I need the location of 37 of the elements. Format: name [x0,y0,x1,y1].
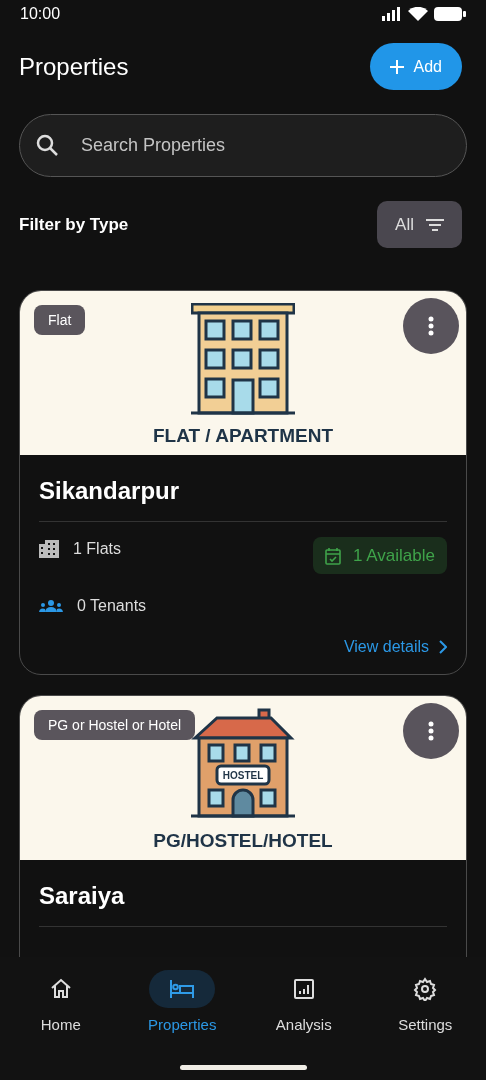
tenants-count: 0 Tenants [77,597,147,615]
filter-label: Filter by Type [19,214,129,235]
status-time: 10:00 [20,5,61,23]
more-button[interactable] [403,298,459,354]
battery-icon [434,6,466,22]
illustration-caption: FLAT / APARTMENT [152,425,334,447]
nav-tab[interactable]: Settings [364,969,486,1034]
search-field[interactable]: Search Properties [19,114,467,177]
nav-tab[interactable]: Home [0,969,122,1034]
page-title: Properties [19,52,129,81]
type-tag: Flat [34,305,86,335]
wifi-icon [408,6,428,22]
signal-icon [382,7,402,21]
illustration-caption: PG/HOSTEL/HOTEL [153,830,333,852]
building-icon [39,540,59,558]
property-name: Sikandarpur [39,477,181,505]
availability-badge: 1 Available [313,537,447,574]
property-name: Saraiya [39,882,126,910]
nav-tab[interactable]: Analysis [243,969,365,1034]
settings-icon [413,977,438,1001]
hostel-sign-text: HOSTEL [222,770,264,781]
filter-icon [426,218,444,231]
bed-icon [169,978,196,1000]
bar-chart-icon [291,977,316,1001]
units-count: 1 Flats [73,540,121,558]
more-vertical-icon [428,316,434,336]
people-icon [39,599,63,613]
plus-icon [389,59,404,74]
filter-button[interactable]: All [377,201,462,248]
chevron-right-icon [439,640,447,654]
nav-tab[interactable]: Properties [121,969,243,1034]
more-vertical-icon [428,721,434,741]
more-button[interactable] [403,703,459,759]
search-icon [36,134,58,156]
type-tag: PG or Hostel or Hotel [34,710,196,740]
view-details-link[interactable]: View details [343,638,447,656]
calendar-check-icon [325,546,342,565]
